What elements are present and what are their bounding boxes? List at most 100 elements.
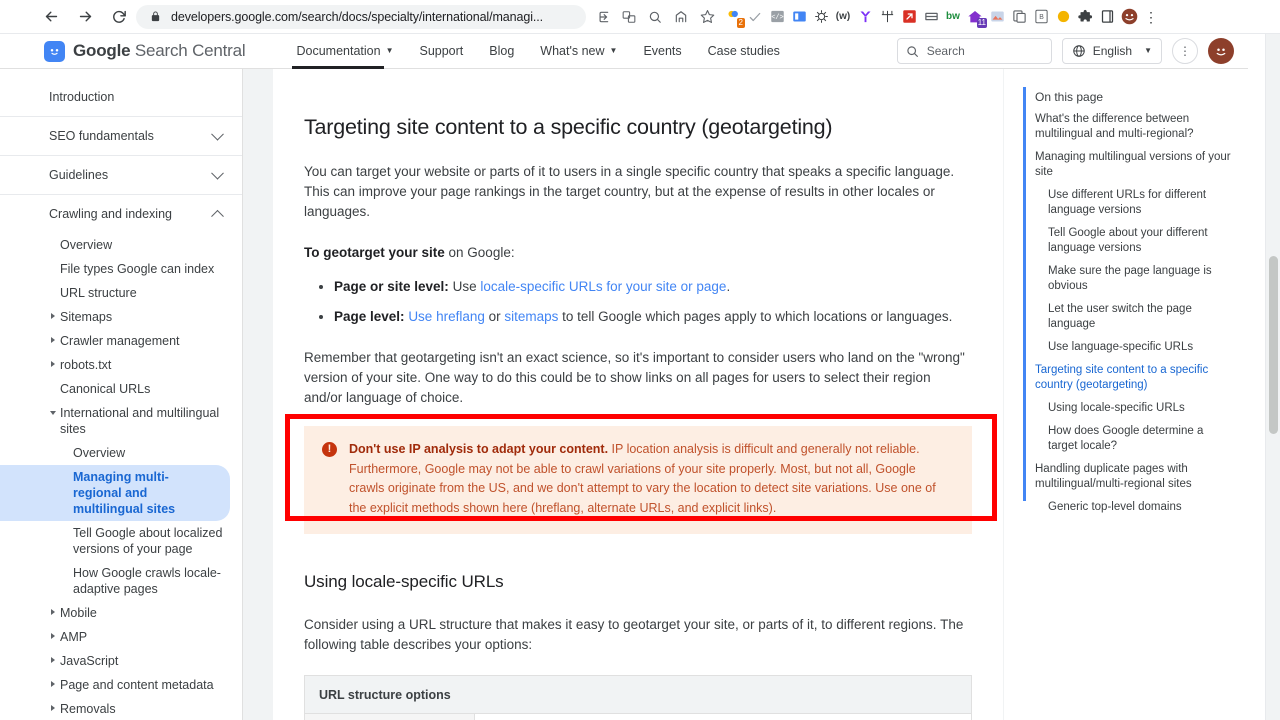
- lighthouse-extension-icon[interactable]: 2: [722, 4, 745, 30]
- toc-item-target-locale[interactable]: How does Google determine a target local…: [1048, 424, 1234, 454]
- sidebar-item-tell-google-localized[interactable]: Tell Google about localized versions of …: [0, 521, 242, 561]
- toc-item-tell-google[interactable]: Tell Google about your different languag…: [1048, 226, 1234, 256]
- badge-extension-icon[interactable]: B: [1030, 4, 1052, 30]
- toc-item-using-locale-specific-urls[interactable]: Using locale-specific URLs: [1048, 401, 1234, 416]
- sidebar-item-url-structure[interactable]: URL structure: [0, 281, 242, 305]
- arrow-extension-icon[interactable]: [898, 4, 920, 30]
- chevron-down-icon: ▼: [1144, 46, 1152, 55]
- geotarget-lead-bold: To geotarget your site: [304, 245, 445, 260]
- user-avatar[interactable]: [1208, 38, 1234, 64]
- triangle-right-icon: [51, 313, 55, 319]
- chrome-menu-icon[interactable]: ⋮: [1140, 4, 1162, 30]
- table-cell-pros: Pros: Clear geotargeting Server location…: [475, 714, 723, 720]
- sidebar-item-overview[interactable]: Overview: [0, 233, 242, 257]
- search-input[interactable]: Search: [896, 38, 1052, 64]
- sidebar-item-managing-multi-regional[interactable]: Managing multi-regional and multilingual…: [0, 465, 230, 521]
- scrollbar-thumb[interactable]: [1269, 256, 1278, 434]
- sidepanel-icon[interactable]: [1096, 4, 1118, 30]
- forward-button[interactable]: [72, 4, 98, 30]
- triangle-right-icon: [51, 705, 55, 711]
- bug-extension-icon[interactable]: [810, 4, 832, 30]
- language-selector[interactable]: English ▼: [1061, 38, 1162, 64]
- sidebar-item-label: File types Google can index: [60, 262, 215, 276]
- back-button[interactable]: [38, 4, 64, 30]
- search-icon[interactable]: [642, 4, 668, 30]
- sidebar-item-javascript[interactable]: JavaScript: [0, 649, 242, 673]
- checkmark-extension-icon[interactable]: [744, 4, 766, 30]
- triangle-right-icon: [51, 681, 55, 687]
- puzzle-extensions-icon[interactable]: [1074, 4, 1096, 30]
- home-extension-icon[interactable]: 11: [964, 4, 987, 30]
- reload-button[interactable]: [106, 4, 132, 30]
- sidebar-item-canonical-urls[interactable]: Canonical URLs: [0, 377, 242, 401]
- address-bar[interactable]: developers.google.com/search/docs/specia…: [136, 4, 586, 29]
- sidebar-item-crawler-management[interactable]: Crawler management: [0, 329, 242, 353]
- toc-item-targeting-geotargeting[interactable]: Targeting site content to a specific cou…: [1035, 363, 1234, 393]
- sidebar-section-seo-fundamentals[interactable]: SEO fundamentals: [0, 117, 242, 156]
- crosshair-extension-icon[interactable]: [876, 4, 898, 30]
- sidebar-item-amp[interactable]: AMP: [0, 625, 242, 649]
- keyboard-extension-icon[interactable]: [920, 4, 942, 30]
- toc-item-page-language-obvious[interactable]: Make sure the page language is obvious: [1048, 264, 1234, 294]
- translate-icon[interactable]: [616, 4, 642, 30]
- toc-item-switch-language[interactable]: Let the user switch the page language: [1048, 302, 1234, 332]
- lock-icon: [146, 8, 164, 26]
- sidebar-section-label: SEO fundamentals: [49, 129, 154, 143]
- nav-label: What's new: [540, 44, 605, 58]
- vertical-scrollbar[interactable]: [1265, 34, 1280, 720]
- toc-item-different-urls[interactable]: Use different URLs for different languag…: [1048, 188, 1234, 218]
- sidebar-item-label: Mobile: [60, 606, 97, 620]
- panel-extension-icon[interactable]: [788, 4, 810, 30]
- sidebar-item-sitemaps[interactable]: Sitemaps: [0, 305, 242, 329]
- sidebar-section-header[interactable]: Crawling and indexing: [0, 195, 242, 233]
- kebab-menu-icon[interactable]: ⋮: [1172, 38, 1198, 64]
- sidebar-item-label: Page and content metadata: [60, 678, 214, 692]
- nav-documentation[interactable]: Documentation ▼: [283, 34, 406, 69]
- profile-avatar-icon[interactable]: [1118, 4, 1140, 30]
- use-hreflang-link[interactable]: Use hreflang: [408, 309, 485, 324]
- share-icon[interactable]: [668, 4, 694, 30]
- sidebar-item-removals[interactable]: Removals: [0, 697, 242, 720]
- site-logo[interactable]: Google Search Central: [44, 40, 246, 62]
- orb-extension-icon[interactable]: [1052, 4, 1074, 30]
- toc-item-duplicate-pages[interactable]: Handling duplicate pages with multilingu…: [1035, 462, 1234, 492]
- sidebar-item-mobile[interactable]: Mobile: [0, 601, 242, 625]
- toc-item-managing-multilingual[interactable]: Managing multilingual versions of your s…: [1035, 150, 1234, 180]
- sidebar-item-label: robots.txt: [60, 358, 112, 372]
- sidebar-item-page-metadata[interactable]: Page and content metadata: [0, 673, 242, 697]
- nav-blog[interactable]: Blog: [476, 34, 527, 69]
- sidebar-item-international-overview[interactable]: Overview: [0, 441, 242, 465]
- table-cell-option: Country-specific domain example.de: [305, 714, 475, 720]
- copy-extension-icon[interactable]: [1008, 4, 1030, 30]
- toc-item-generic-tlds[interactable]: Generic top-level domains: [1048, 500, 1234, 515]
- nav-events[interactable]: Events: [630, 34, 694, 69]
- intro-paragraph: You can target your website or parts of …: [304, 164, 955, 219]
- sidebar-section-introduction[interactable]: Introduction: [0, 78, 242, 117]
- warning-callout-bold: Don't use IP analysis to adapt your cont…: [349, 442, 609, 456]
- image-extension-icon[interactable]: [986, 4, 1008, 30]
- language-label: English: [1092, 44, 1133, 58]
- google-search-central-robot-logo: [44, 40, 65, 62]
- sidebar-section-guidelines[interactable]: Guidelines: [0, 156, 242, 195]
- sidebar-item-international-sites[interactable]: International and multilingual sites: [0, 401, 242, 441]
- toc-item-difference[interactable]: What's the difference between multilingu…: [1035, 112, 1234, 142]
- nav-label: Support: [419, 44, 464, 58]
- left-sidebar[interactable]: Introduction SEO fundamentals Guidelines…: [0, 69, 243, 720]
- locale-specific-urls-link[interactable]: locale-specific URLs for your site or pa…: [480, 279, 726, 294]
- wappalyzer-extension-icon[interactable]: (w): [832, 4, 854, 30]
- nav-whats-new[interactable]: What's new ▼: [527, 34, 630, 69]
- nav-case-studies[interactable]: Case studies: [695, 34, 793, 69]
- bw-extension-icon[interactable]: bw: [942, 4, 964, 30]
- code-extension-icon[interactable]: </>: [766, 4, 788, 30]
- sitemaps-link[interactable]: sitemaps: [504, 309, 558, 324]
- nav-support[interactable]: Support: [406, 34, 476, 69]
- toc-item-language-specific-urls[interactable]: Use language-specific URLs: [1048, 340, 1234, 355]
- sidebar-item-robots-txt[interactable]: robots.txt: [0, 353, 242, 377]
- table-header: URL structure options: [305, 676, 971, 714]
- sidebar-item-file-types[interactable]: File types Google can index: [0, 257, 242, 281]
- star-icon[interactable]: [694, 4, 720, 30]
- install-app-icon[interactable]: [590, 4, 616, 30]
- sidebar-item-label: Sitemaps: [60, 310, 113, 324]
- y-extension-icon[interactable]: [854, 4, 876, 30]
- sidebar-item-locale-adaptive[interactable]: How Google crawls locale-adaptive pages: [0, 561, 242, 601]
